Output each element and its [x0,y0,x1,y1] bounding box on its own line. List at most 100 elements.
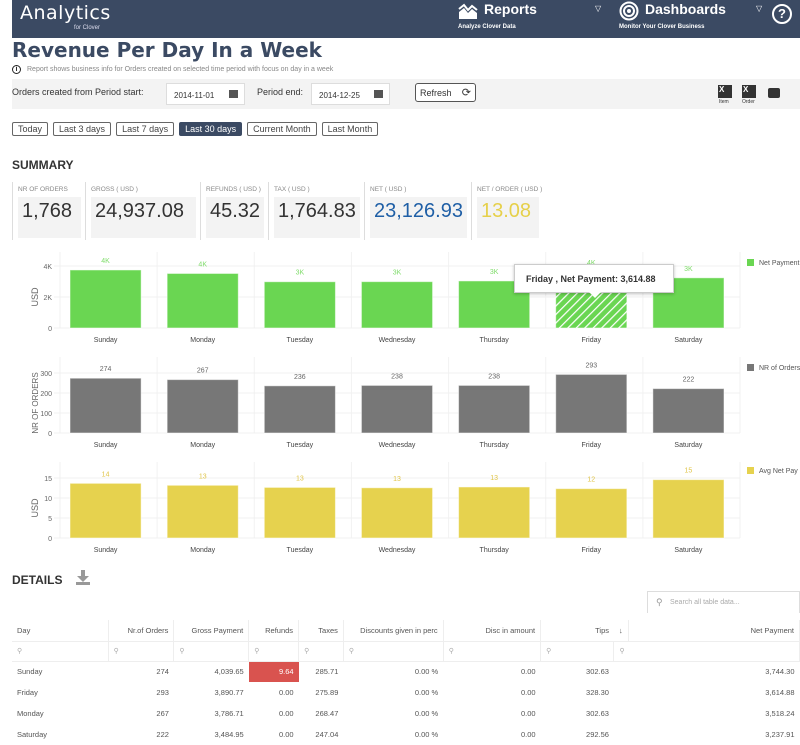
column-header[interactable]: Taxes [298,620,344,641]
period-end-input[interactable]: 2014-12-25 [311,83,390,105]
x-tick-label: Friday [582,442,602,449]
download-icon[interactable] [76,570,90,585]
column-header[interactable]: Refunds [248,620,300,641]
summary-card-label: REFUNDS ( USD ) [206,186,261,193]
column-header[interactable]: Tips [541,620,614,641]
x-tick-label: Tuesday [287,547,314,554]
bar-saturday[interactable] [652,388,725,434]
bar-thursday[interactable] [458,486,531,539]
help-icon[interactable]: ? [772,4,792,24]
data-label: 4K [198,261,207,268]
column-filter-input[interactable]: ⚲ [343,640,444,662]
table-cell: 274 [156,667,169,677]
data-label: 13 [296,475,304,482]
data-label: 3K [393,270,402,277]
nav-reports[interactable]: Reports Analyze Clover Data ▽ [458,0,608,38]
nav-dashboards[interactable]: Dashboards Monitor Your Clover Business … [619,0,769,38]
calendar-icon[interactable] [374,90,383,98]
bar-wednesday[interactable] [360,487,434,539]
table-cell: 0.00 [521,709,536,718]
range-button-last-month[interactable]: Last Month [321,122,379,136]
x-tick-label: Wednesday [379,442,416,449]
range-button-today[interactable]: Today [12,122,49,136]
data-label: 3K [296,270,305,277]
table-search-input[interactable]: ⚲ Search all table data... [647,591,800,613]
bar-friday[interactable] [555,488,628,539]
table-cell: 292.56 [586,730,609,739]
bar-sunday[interactable] [69,377,142,434]
table-cell: 0.00 [521,730,536,739]
table-row[interactable]: Monday 267 3,786.71 0.00 268.47 0.00 % 0.00 302… [12,703,800,724]
summary-card: NET / ORDER ( USD ) 13.08 [471,182,543,240]
legend-net-payment[interactable]: Net Payment [747,259,799,267]
range-button-last-30-days[interactable]: Last 30 days [179,122,243,136]
bar-tuesday[interactable] [263,385,336,434]
column-filter-input[interactable]: ⚲ [12,640,109,662]
period-start-input[interactable]: 2014-11-01 [166,83,245,105]
column-filter-input[interactable]: ⚲ [443,640,542,662]
chevron-down-icon[interactable]: ▽ [756,4,762,13]
summary-card: REFUNDS ( USD ) 45.32 [200,182,268,240]
column-header[interactable]: Discounts given in perc [343,620,444,641]
table-cell: 0.00 % [414,730,439,739]
column-filter-input[interactable]: ⚲ [540,640,615,662]
bar-sunday[interactable] [69,482,142,539]
column-filter-input[interactable]: ⚲ [248,640,300,662]
net-payment-chart-svg: 0 2K 4K USD 4K Sunday 4K Monday 3K Tuesday 3K Wedne… [30,252,741,344]
chevron-down-icon[interactable]: ▽ [595,4,601,13]
range-button-last-7-days[interactable]: Last 7 days [116,122,175,136]
table-cell: 293 [156,688,169,697]
legend-swatch [747,364,754,371]
table-cell: 3,786.71 [214,709,244,718]
bar-thursday[interactable] [458,384,531,434]
column-header[interactable]: Gross Payment [173,620,250,641]
bar-friday[interactable] [555,373,628,434]
excel-item-export-icon[interactable]: X [718,85,732,98]
summary-card: NET ( USD ) 23,126.93 [364,182,471,240]
column-filter-input[interactable]: ⚲ [613,640,800,662]
data-label: 236 [294,374,306,381]
bar-monday[interactable] [166,484,239,539]
page-description: i Report shows business info for Orders c… [12,65,333,74]
legend-avg-net[interactable]: Avg Net Pay [747,467,798,475]
bar-saturday[interactable] [652,479,725,539]
sort-arrow-icon[interactable]: ↓ [613,620,629,641]
data-label: 222 [683,377,695,384]
table-cell: 3,237.91 [765,730,795,739]
legend-orders[interactable]: NR of Orders [747,364,800,372]
bar-wednesday[interactable] [360,281,434,329]
bar-monday[interactable] [166,272,239,329]
calendar-icon[interactable] [229,90,238,98]
column-header[interactable]: Day [12,620,109,641]
data-label: 12 [587,477,595,484]
nav-reports-title: Reports [484,1,537,17]
app-logo-subtitle: for Clover [74,25,101,31]
table-cell: 3,518.24 [765,709,795,718]
bar-wednesday[interactable] [360,384,434,434]
x-tick-label: Sunday [94,547,118,554]
column-header[interactable]: Disc in amount [443,620,542,641]
x-tick-label: Thursday [480,442,510,449]
table-row[interactable]: Saturday 222 3,484.95 0.00 247.04 0.00 % 0.00 2… [12,724,800,745]
column-filter-input[interactable]: ⚲ [108,640,175,662]
bar-tuesday[interactable] [263,486,336,539]
column-header[interactable]: Nr.of Orders [108,620,175,641]
refresh-button[interactable]: Refresh ⟳ [415,83,476,102]
bar-monday[interactable] [166,379,239,434]
x-tick-label: Thursday [480,547,510,554]
range-button-current-month[interactable]: Current Month [247,122,317,136]
column-filter-input[interactable]: ⚲ [173,640,250,662]
date-range-buttons: Today Last 3 days Last 7 days Last 30 days C… [12,122,379,136]
table-row[interactable]: Friday 293 3,890.77 0.00 275.89 0.00 % 0.00 328… [12,682,800,703]
table-row[interactable]: Sunday 274 4,039.65 9.64 285.71 0.00 % 0.00 302… [12,661,800,682]
bar-sunday[interactable] [69,269,142,329]
bar-tuesday[interactable] [263,281,336,329]
excel-order-export-icon[interactable]: X [742,85,756,98]
app-logo[interactable]: Analytics [20,2,111,24]
chart-tooltip: Friday , Net Payment: 3,614.88 [514,264,674,298]
range-button-last-3-days[interactable]: Last 3 days [53,122,112,136]
column-header[interactable]: Net Payment [628,620,800,641]
print-icon[interactable] [768,88,780,98]
column-filter-input[interactable]: ⚲ [298,640,344,662]
y-axis-label: USD [30,498,40,518]
